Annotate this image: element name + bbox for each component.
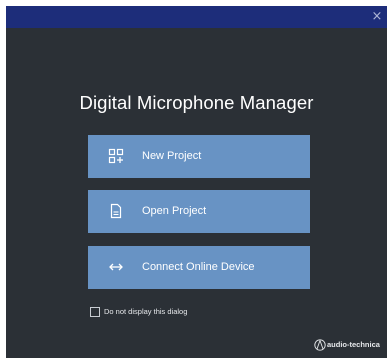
- open-project-label: Open Project: [142, 205, 207, 217]
- app-title: Digital Microphone Manager: [79, 92, 314, 113]
- title-bar[interactable]: ×: [6, 6, 387, 28]
- new-project-label: New Project: [142, 150, 202, 162]
- bidirectional-arrow-icon: [109, 263, 123, 271]
- connect-online-device-label: Connect Online Device: [142, 261, 255, 273]
- close-icon[interactable]: ×: [372, 9, 383, 24]
- close-button[interactable]: ×: [369, 9, 385, 25]
- do-not-display-checkbox[interactable]: [90, 307, 100, 317]
- open-project-button[interactable]: Open Project: [88, 190, 310, 233]
- brand-name: audio-technica: [327, 340, 380, 349]
- connect-online-device-button[interactable]: Connect Online Device: [88, 246, 310, 289]
- document-icon: [110, 203, 122, 219]
- audio-technica-logo-icon: [314, 339, 326, 351]
- new-project-icon: [108, 148, 124, 164]
- dialog-window: × Digital Microphone Manager New Project…: [6, 6, 387, 358]
- do-not-display-label[interactable]: Do not display this dialog: [104, 306, 187, 317]
- new-project-button[interactable]: New Project: [88, 135, 310, 178]
